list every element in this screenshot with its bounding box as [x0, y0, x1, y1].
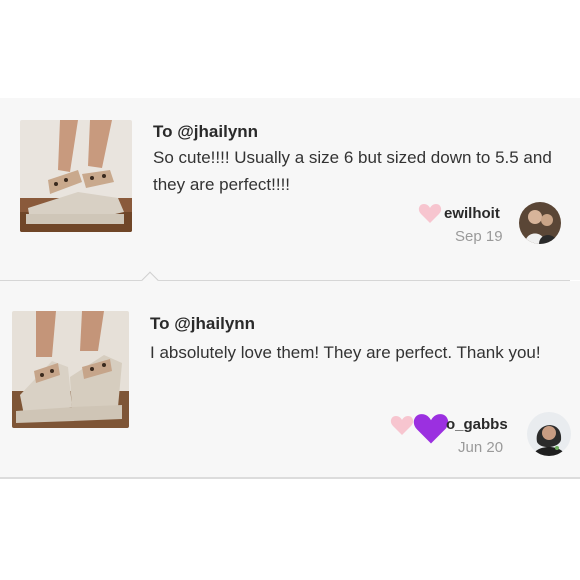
heart-icon[interactable] [418, 202, 442, 224]
review-message: So cute!!!! Usually a size 6 but sized d… [153, 148, 552, 194]
reviewer-username[interactable]: ewilhoit [444, 205, 500, 222]
reviewer-username[interactable]: o_gabbs [446, 416, 508, 433]
review-date: Jun 20 [458, 439, 504, 456]
review-card: To @jhailynn So cute!!!! Usually a size … [0, 98, 580, 280]
avatar[interactable] [519, 202, 561, 244]
product-thumbnail[interactable] [12, 311, 129, 428]
heart-icon[interactable] [390, 414, 414, 436]
review-message: I absolutely love them! They are perfect… [150, 343, 541, 362]
recipient-label: To @jhailynn [150, 314, 256, 333]
purple-heart-icon [413, 414, 449, 444]
review-date: Sep 19 [455, 228, 503, 245]
product-thumbnail[interactable] [20, 120, 132, 232]
recipient-label: To @jhailynn [153, 122, 259, 141]
review-card: To @jhailynn I absolutely love them! The… [0, 281, 580, 479]
avatar[interactable] [527, 412, 571, 456]
